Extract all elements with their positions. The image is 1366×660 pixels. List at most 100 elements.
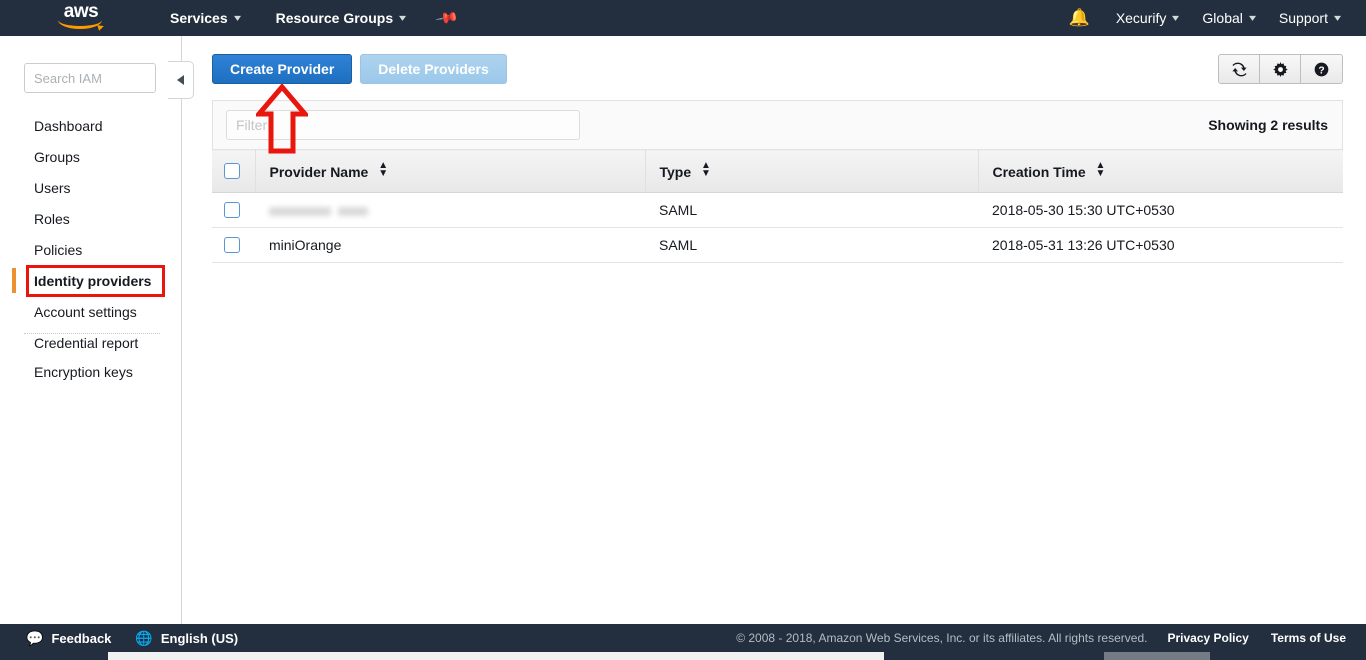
sidebar-item-roles[interactable]: Roles: [0, 203, 182, 234]
sort-arrows-icon: ▲▼: [1096, 162, 1106, 178]
table-filter-bar: Showing 2 results: [212, 100, 1343, 149]
sidebar-item-credential-report[interactable]: Credential report: [0, 327, 182, 358]
refresh-icon-svg: [1232, 62, 1247, 77]
create-provider-button[interactable]: Create Provider: [212, 54, 352, 84]
column-header-provider-name[interactable]: Provider Name ▲▼: [255, 150, 645, 193]
gear-icon-svg: [1273, 62, 1288, 77]
cell-provider-name: miniOrange: [255, 228, 645, 263]
privacy-policy-link[interactable]: Privacy Policy: [1167, 631, 1248, 645]
scrollbar-track-light[interactable]: [108, 652, 884, 660]
terms-of-use-link[interactable]: Terms of Use: [1271, 631, 1346, 645]
row-select-cell: [212, 193, 255, 228]
nav-item-account[interactable]: Xecurify ▾: [1104, 0, 1191, 36]
results-count-label: Showing 2 results: [1208, 117, 1328, 133]
sidebar-menu: Dashboard Groups Users Roles Policies Id…: [0, 110, 182, 358]
sidebar-item-label: Policies: [34, 242, 82, 258]
sidebar-item-label: Identity providers: [34, 273, 151, 289]
globe-icon: 🌐: [135, 630, 152, 647]
chevron-left-icon: [177, 75, 184, 85]
sidebar: Dashboard Groups Users Roles Policies Id…: [0, 36, 182, 624]
sidebar-secondary-menu: Encryption keys: [0, 356, 182, 387]
redacted-provider-name: [338, 207, 368, 216]
cell-creation-time: 2018-05-30 15:30 UTC+0530: [978, 193, 1343, 228]
sidebar-item-policies[interactable]: Policies: [0, 234, 182, 265]
nav-item-support[interactable]: Support ▾: [1267, 0, 1352, 36]
scrollbar-thumb[interactable]: [1104, 652, 1210, 660]
select-all-checkbox[interactable]: [224, 163, 240, 179]
nav-item-region-label: Global: [1202, 10, 1242, 26]
nav-right-group: 🔔 Xecurify ▾ Global ▾ Support ▾: [1055, 0, 1366, 36]
help-icon[interactable]: ?: [1301, 55, 1342, 83]
chevron-down-icon: ▾: [399, 13, 406, 24]
chevron-down-icon: ▾: [1172, 13, 1179, 24]
gear-icon[interactable]: [1260, 55, 1301, 83]
nav-item-support-label: Support: [1279, 10, 1328, 26]
chevron-down-icon: ▾: [1249, 13, 1256, 24]
column-header-label: Type: [660, 164, 692, 180]
nav-item-account-label: Xecurify: [1116, 10, 1167, 26]
row-select-cell: [212, 228, 255, 263]
sidebar-item-label: Dashboard: [34, 118, 103, 134]
sort-arrows-icon: ▲▼: [701, 162, 711, 178]
sidebar-item-users[interactable]: Users: [0, 172, 182, 203]
sidebar-item-encryption-keys[interactable]: Encryption keys: [0, 356, 182, 387]
sidebar-item-label: Roles: [34, 211, 70, 227]
nav-item-resource-groups-label: Resource Groups: [276, 10, 393, 26]
nav-item-services-label: Services: [170, 10, 228, 26]
row-checkbox[interactable]: [224, 202, 240, 218]
svg-text:?: ?: [1318, 65, 1324, 76]
bell-notification-icon[interactable]: 🔔: [1055, 8, 1104, 28]
help-icon-svg: ?: [1314, 62, 1329, 77]
column-header-label: Creation Time: [993, 164, 1086, 180]
select-all-header: [212, 150, 255, 193]
nav-item-services[interactable]: Services ▾: [161, 0, 249, 36]
table-header-row: Provider Name ▲▼ Type ▲▼ Creation Time ▲…: [212, 150, 1343, 193]
table-row[interactable]: miniOrange SAML 2018-05-31 13:26 UTC+053…: [212, 228, 1343, 263]
providers-table-wrapper: Provider Name ▲▼ Type ▲▼ Creation Time ▲…: [212, 149, 1343, 263]
pin-icon[interactable]: 📌: [435, 5, 461, 30]
chevron-down-icon: ▾: [1334, 13, 1341, 24]
footer-left-group: 💬 Feedback 🌐 English (US): [26, 630, 238, 647]
cell-type: SAML: [645, 228, 978, 263]
nav-item-resource-groups[interactable]: Resource Groups ▾: [267, 0, 415, 36]
table-icon-button-group: ?: [1218, 54, 1343, 84]
sidebar-item-account-settings[interactable]: Account settings: [0, 296, 182, 327]
sidebar-item-dashboard[interactable]: Dashboard: [0, 110, 182, 141]
nav-item-region[interactable]: Global ▾: [1190, 0, 1267, 36]
sidebar-item-identity-providers[interactable]: Identity providers: [0, 265, 182, 296]
cell-creation-time: 2018-05-31 13:26 UTC+0530: [978, 228, 1343, 263]
sidebar-item-label: Account settings: [34, 304, 137, 320]
column-header-type[interactable]: Type ▲▼: [645, 150, 978, 193]
sidebar-item-groups[interactable]: Groups: [0, 141, 182, 172]
providers-table: Provider Name ▲▼ Type ▲▼ Creation Time ▲…: [212, 149, 1343, 263]
delete-providers-button[interactable]: Delete Providers: [360, 54, 507, 84]
horizontal-scrollbar[interactable]: [0, 652, 1366, 660]
footer: 💬 Feedback 🌐 English (US) © 2008 - 2018,…: [0, 624, 1366, 652]
search-input[interactable]: [24, 63, 156, 93]
aws-logo-swoosh-icon: [58, 20, 102, 29]
sidebar-item-label: Users: [34, 180, 71, 196]
sidebar-divider: [24, 333, 160, 334]
row-checkbox[interactable]: [224, 237, 240, 253]
language-link[interactable]: English (US): [161, 631, 238, 646]
aws-logo[interactable]: aws: [56, 3, 106, 33]
table-row[interactable]: SAML 2018-05-30 15:30 UTC+0530: [212, 193, 1343, 228]
chevron-down-icon: ▾: [234, 13, 241, 24]
table-body: SAML 2018-05-30 15:30 UTC+0530 miniOrang…: [212, 193, 1343, 263]
table-header: Provider Name ▲▼ Type ▲▼ Creation Time ▲…: [212, 150, 1343, 193]
sidebar-collapse-button[interactable]: [168, 61, 194, 99]
column-header-creation-time[interactable]: Creation Time ▲▼: [978, 150, 1343, 193]
aws-logo-wordmark: aws: [64, 3, 98, 20]
refresh-icon[interactable]: [1219, 55, 1260, 83]
sort-arrows-icon: ▲▼: [378, 162, 388, 178]
cell-provider-name: [255, 193, 645, 228]
sidebar-item-label: Encryption keys: [34, 364, 133, 380]
filter-input[interactable]: [226, 110, 580, 140]
top-navigation-bar: aws Services ▾ Resource Groups ▾ 📌 🔔 Xec…: [0, 0, 1366, 36]
sidebar-item-label: Groups: [34, 149, 80, 165]
column-header-label: Provider Name: [270, 164, 369, 180]
cell-type: SAML: [645, 193, 978, 228]
feedback-icon: 💬: [26, 630, 43, 647]
feedback-link[interactable]: Feedback: [51, 631, 111, 646]
action-button-row: Create Provider Delete Providers: [212, 54, 507, 84]
